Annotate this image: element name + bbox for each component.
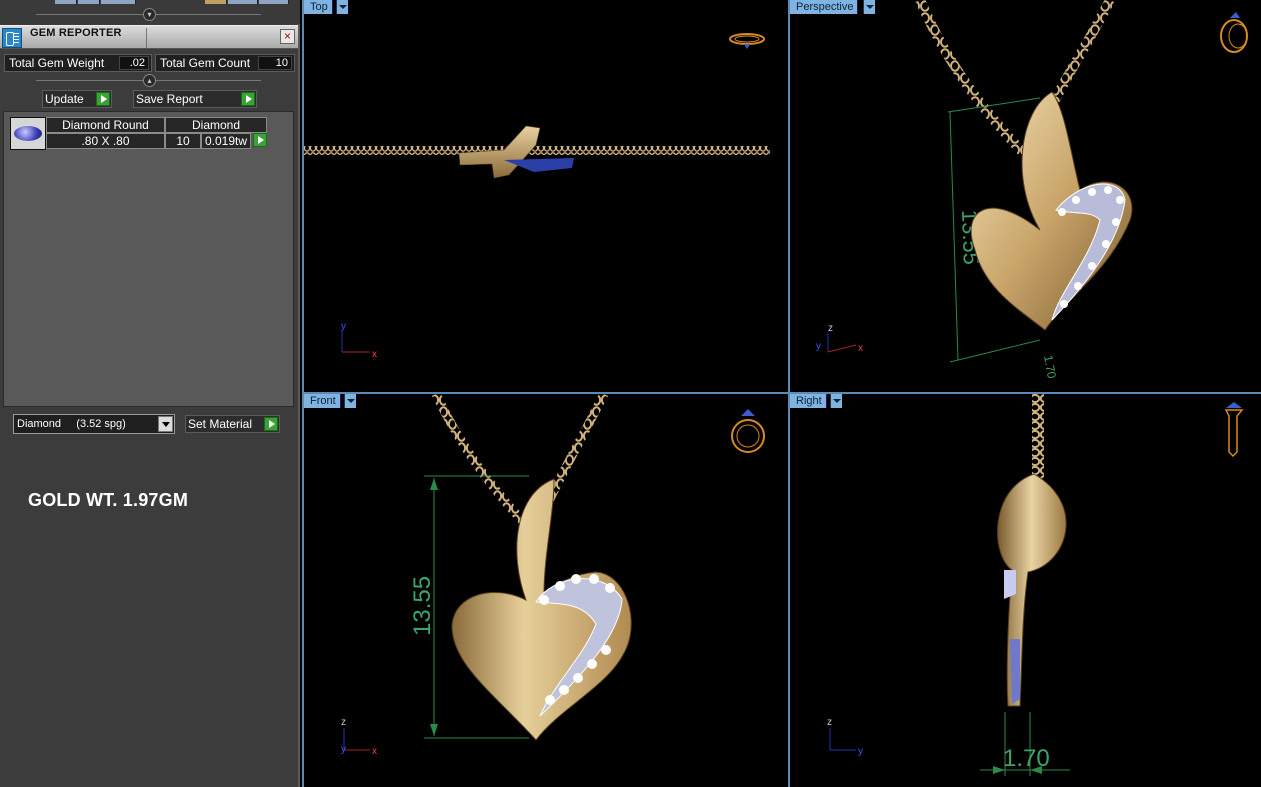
- chevron-down-icon[interactable]: [863, 0, 875, 14]
- gem-reporter-header: GEM REPORTER ×: [0, 25, 298, 49]
- chevron-down-icon[interactable]: [344, 394, 356, 408]
- axis-label-y: y: [341, 321, 346, 332]
- update-button[interactable]: Update: [42, 90, 112, 108]
- total-gem-count-field: Total Gem Count 10: [155, 54, 295, 72]
- total-gem-weight-label: Total Gem Weight: [9, 56, 105, 70]
- axis-label-z: z: [341, 717, 346, 728]
- gem-weight-cell[interactable]: 0.019tw: [201, 133, 251, 149]
- viewport-label-top[interactable]: Top: [304, 0, 333, 14]
- toolbar-button[interactable]: [228, 0, 258, 4]
- axis-gizmo: z y: [827, 717, 863, 757]
- viewport-label-right[interactable]: Right: [790, 394, 827, 408]
- total-gem-weight-field: Total Gem Weight .02: [4, 54, 152, 72]
- update-button-label: Update: [45, 92, 84, 106]
- play-icon: [264, 417, 278, 431]
- total-gem-count-value[interactable]: 10: [258, 56, 292, 70]
- dimension-depth-label: 1.70: [1041, 354, 1059, 380]
- toolbar-button[interactable]: [55, 0, 77, 4]
- gem-size-cell[interactable]: .80 X .80: [46, 133, 165, 149]
- ring-nav-icon[interactable]: [729, 33, 765, 49]
- toolbar-button[interactable]: [78, 0, 100, 4]
- viewport-perspective[interactable]: 13.55 1.70 z x y Perspective: [790, 0, 1261, 392]
- toolbar-button[interactable]: [205, 0, 227, 4]
- toolbar-strip: ▾: [0, 0, 300, 24]
- material-select-value: Diamond (3.52 spg): [17, 418, 126, 430]
- axis-label-y: y: [341, 744, 346, 755]
- dimension-height-label: 13.55: [409, 576, 436, 636]
- collapse-icon[interactable]: ▾: [143, 8, 156, 21]
- total-gem-count-label: Total Gem Count: [160, 56, 251, 70]
- perspective-view-canvas: 13.55 1.70 z x y: [816, 0, 1248, 380]
- gold-weight-note: GOLD WT. 1.97GM: [28, 490, 189, 510]
- axis-label-x: x: [372, 349, 377, 360]
- pendant-nav-icon[interactable]: [1224, 402, 1244, 458]
- ring-nav-icon[interactable]: [1220, 12, 1248, 53]
- viewport-label-perspective[interactable]: Perspective: [790, 0, 859, 14]
- axis-label-z: z: [828, 323, 833, 334]
- chain-left: [915, 0, 1044, 174]
- chain: [304, 146, 770, 155]
- set-material-label: Set Material: [188, 417, 253, 431]
- ring-nav-icon[interactable]: [731, 409, 765, 453]
- axis-gizmo: z x y: [341, 717, 377, 757]
- axis-gizmo: z x y: [816, 323, 863, 354]
- right-view-canvas: 1.70 z y: [827, 394, 1244, 776]
- chevron-down-icon: [158, 416, 173, 432]
- total-gem-weight-value[interactable]: .02: [119, 56, 149, 70]
- front-view-canvas: 13.55 z x y: [341, 394, 765, 757]
- dimension-horizontal: 1.70: [980, 712, 1070, 776]
- viewport-right[interactable]: 1.70 z y Right: [790, 394, 1261, 787]
- diamond-pave: [1004, 570, 1016, 599]
- pendant-top-view: [458, 125, 541, 179]
- set-material-button[interactable]: Set Material: [185, 415, 280, 433]
- save-report-label: Save Report: [136, 92, 203, 106]
- gem-shape-header: Diamond Round: [46, 117, 165, 133]
- chain-left: [431, 394, 540, 538]
- panel-title: GEM REPORTER: [30, 27, 122, 39]
- viewport-front[interactable]: 13.55 z x y Front: [304, 394, 788, 787]
- top-view-canvas: y x: [304, 33, 770, 360]
- close-icon[interactable]: ×: [280, 29, 295, 44]
- gem-reporter-panel: ▾ GEM REPORTER × Total Gem Weight .02 To…: [0, 0, 300, 787]
- gem-reporter-icon: [2, 28, 22, 48]
- chain-right: [1050, 0, 1115, 103]
- divider: [146, 28, 147, 48]
- diamond-thumbnail-icon[interactable]: [10, 117, 46, 150]
- gem-row-action[interactable]: [251, 133, 267, 149]
- chevron-down-icon[interactable]: [336, 0, 348, 14]
- axis-label-x: x: [858, 343, 863, 354]
- axis-label-y: y: [858, 746, 863, 757]
- app-root: ▾ GEM REPORTER × Total Gem Weight .02 To…: [0, 0, 1261, 787]
- play-icon: [96, 92, 110, 106]
- viewport-top[interactable]: y x Top: [304, 0, 788, 392]
- material-select[interactable]: Diamond (3.52 spg): [13, 414, 175, 434]
- play-icon: [253, 133, 267, 147]
- play-icon: [241, 92, 255, 106]
- dimension-thickness-label: 1.70: [1003, 745, 1050, 772]
- axis-label-x: x: [372, 746, 377, 757]
- gem-count-cell[interactable]: 10: [165, 133, 201, 149]
- gem-type-header: Diamond: [165, 117, 267, 133]
- axis-label-y: y: [816, 341, 821, 352]
- viewport-label-front[interactable]: Front: [304, 394, 341, 408]
- save-report-button[interactable]: Save Report: [133, 90, 257, 108]
- axis-gizmo: y x: [341, 321, 377, 360]
- axis-label-z: z: [827, 717, 832, 728]
- toolbar-button[interactable]: [259, 0, 289, 4]
- collapse-icon[interactable]: ▴: [143, 74, 156, 87]
- toolbar-button[interactable]: [101, 0, 136, 4]
- chevron-down-icon[interactable]: [830, 394, 842, 408]
- gem-list: Diamond Round Diamond .80 X .80 10 0.019…: [3, 111, 294, 407]
